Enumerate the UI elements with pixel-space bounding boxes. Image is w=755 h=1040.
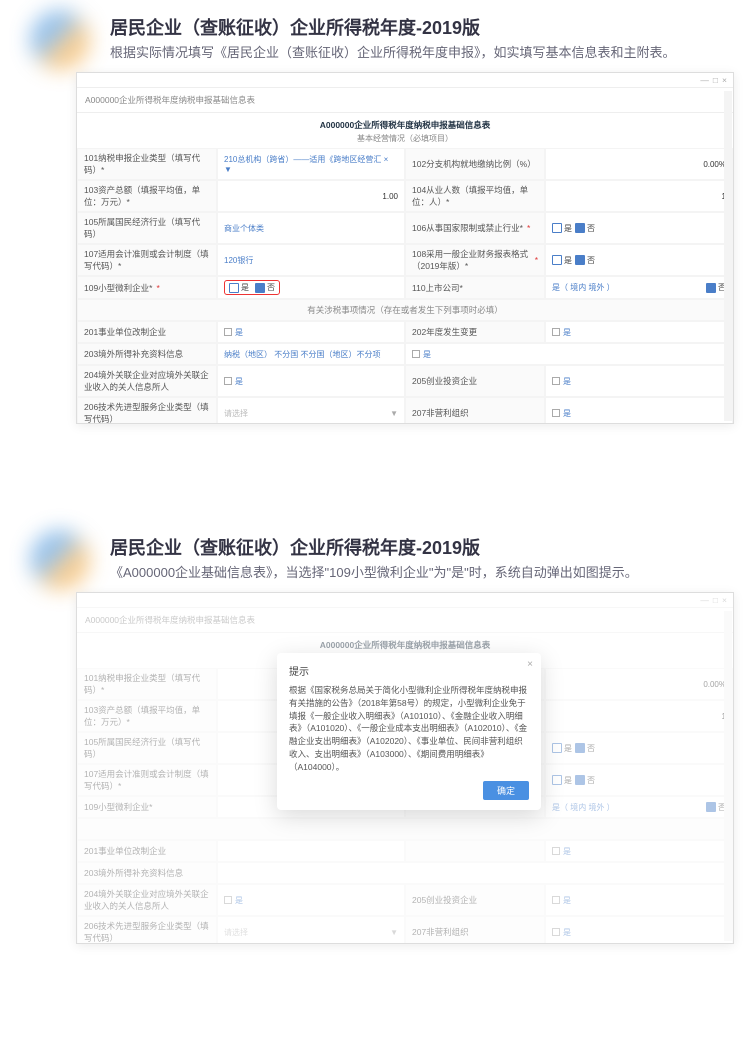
slide-subtitle: 根据实际情况填写《居民企业（查账征收）企业所得税年度申报》，如实填写基本信息表和…	[110, 42, 715, 61]
close-icon[interactable]: ×	[722, 75, 727, 85]
basic-info-grid: 101纳税申报企业类型（填写代码）* 210总机构（跨省）——适用《跨地区经营汇…	[77, 148, 733, 424]
app-window-2: — □ × A000000企业所得税年度纳税申报基础信息表 A000000企业所…	[76, 592, 734, 944]
radio-106-yes[interactable]: 是	[552, 223, 572, 234]
lbl-103: 103资产总额（填报平均值，单位：万元）*	[77, 180, 217, 212]
val-108[interactable]: 是 否	[545, 244, 733, 276]
val-203[interactable]: 纳税（地区） 不分国 不分国（地区）不分项	[217, 343, 405, 365]
val-109[interactable]: 是 否	[217, 276, 405, 299]
modal-title: 提示	[289, 663, 529, 678]
radio-109-no[interactable]: 否	[255, 282, 275, 293]
val-204[interactable]: 是	[217, 365, 405, 397]
modal-close-icon[interactable]: ×	[527, 659, 533, 670]
slide-title: 居民企业（查账征收）企业所得税年度-2019版	[110, 534, 715, 560]
lbl-204: 204境外关联企业对应境外关联企业收入的关人信息所人	[77, 365, 217, 397]
lbl-206: 206技术先进型服务企业类型（填写代码）	[77, 397, 217, 424]
val-201[interactable]: 是	[217, 321, 405, 343]
lbl-108: 108采用一般企业财务报表格式（2019年版）**	[405, 244, 545, 276]
val-106[interactable]: 是 否	[545, 212, 733, 244]
val-203-yn[interactable]: 是	[405, 343, 733, 365]
lbl-105: 105所属国民经济行业（填写代码）	[77, 212, 217, 244]
val-104[interactable]: 1	[545, 180, 733, 212]
slide-2: 居民企业（查账征收）企业所得税年度-2019版 《A000000企业基础信息表》…	[0, 520, 755, 950]
minimize-icon[interactable]: —	[700, 75, 709, 85]
val-205[interactable]: 是	[545, 365, 733, 397]
lbl-106: 106从事国家限制或禁止行业**	[405, 212, 545, 244]
val-103[interactable]: 1.00	[217, 180, 405, 212]
radio-109-yes[interactable]: 是	[229, 282, 249, 293]
radio-110-no[interactable]: 否	[706, 282, 726, 293]
app-window-1: — □ × A000000企业所得税年度纳税申报基础信息表 A000000企业所…	[76, 72, 734, 424]
val-110[interactable]: 是（ 境内 境外 ） 否	[545, 276, 733, 299]
slide-1: 居民企业（查账征收）企业所得税年度-2019版 根据实际情况填写《居民企业（查账…	[0, 0, 755, 430]
highlight-109: 是 否	[224, 280, 280, 295]
lbl-102: 102分支机构就地缴纳比例（%）	[405, 148, 545, 180]
modal-ok-button[interactable]: 确定	[483, 781, 529, 800]
slide-subtitle: 《A000000企业基础信息表》，当选择"109小型微利企业"为"是"时，系统自…	[110, 562, 715, 581]
lbl-205: 205创业投资企业	[405, 365, 545, 397]
lbl-107: 107适用会计准则或会计制度（填写代码）*	[77, 244, 217, 276]
val-105[interactable]: 商业个体类	[217, 212, 405, 244]
decor-bubble	[30, 10, 90, 70]
val-207[interactable]: 是	[545, 397, 733, 424]
lbl-101: 101纳税申报企业类型（填写代码）*	[77, 148, 217, 180]
scrollbar[interactable]	[724, 91, 732, 421]
radio-106-no[interactable]: 否	[575, 223, 595, 234]
form-title: A000000企业所得税年度纳税申报基础信息表	[77, 113, 733, 133]
radio-108-no[interactable]: 否	[575, 255, 595, 266]
val-202[interactable]: 是	[545, 321, 733, 343]
lbl-202: 202年度发生变更	[405, 321, 545, 343]
val-107[interactable]: 120银行	[217, 244, 405, 276]
val-101[interactable]: 210总机构（跨省）——适用《跨地区经营汇 × ▼	[217, 148, 405, 180]
lbl-109: 109小型微利企业**	[77, 276, 217, 299]
decor-bubble	[30, 530, 90, 590]
lbl-203: 203境外所得补充资料信息	[77, 343, 217, 365]
val-206[interactable]: 请选择▼	[217, 397, 405, 424]
breadcrumb: A000000企业所得税年度纳税申报基础信息表	[77, 88, 733, 113]
val-102: 0.00%	[545, 148, 733, 180]
section-note: 有关涉税事项情况（存在或者发生下列事项时必填）	[77, 299, 733, 321]
slide-title: 居民企业（查账征收）企业所得税年度-2019版	[110, 14, 715, 40]
maximize-icon[interactable]: □	[713, 75, 718, 85]
form-subtitle: 基本经营情况（必填项目）	[77, 133, 733, 148]
modal-body: 根据《国家税务总局关于简化小型微利企业所得税年度纳税申报有关措施的公告》（201…	[289, 684, 529, 773]
radio-108-yes[interactable]: 是	[552, 255, 572, 266]
lbl-201: 201事业单位改制企业	[77, 321, 217, 343]
lbl-104: 104从业人数（填报平均值，单位：人）*	[405, 180, 545, 212]
lbl-110: 110上市公司*	[405, 276, 545, 299]
lbl-207: 207非营利组织	[405, 397, 545, 424]
tip-modal: × 提示 根据《国家税务总局关于简化小型微利企业所得税年度纳税申报有关措施的公告…	[277, 653, 541, 810]
